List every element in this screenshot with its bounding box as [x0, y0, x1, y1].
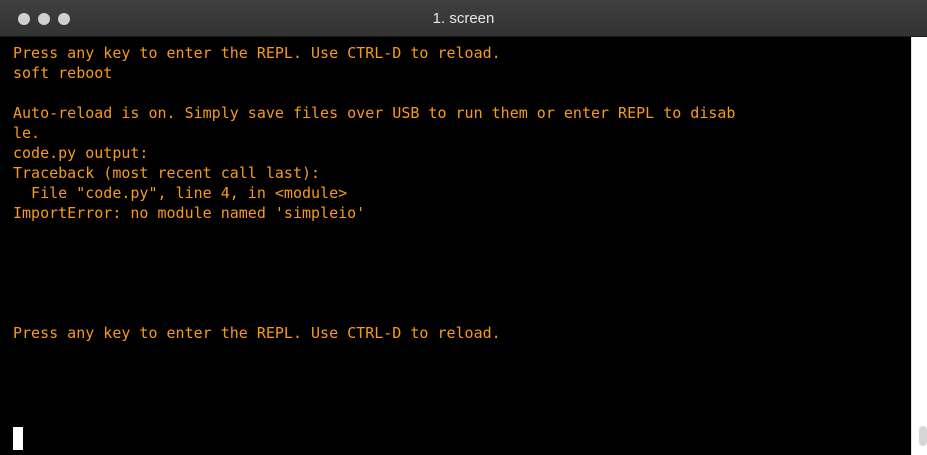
terminal-line: Auto-reload is on. Simply save files ove… [13, 104, 736, 122]
terminal-line: File "code.py", line 4, in <module> [13, 184, 348, 202]
window-title: 1. screen [432, 10, 495, 27]
title-bar[interactable]: 1. screen [0, 0, 927, 37]
terminal-lines: Press any key to enter the REPL. Use CTR… [13, 43, 907, 343]
scrollbar-thumb[interactable] [919, 426, 927, 446]
terminal-line: ImportError: no module named 'simpleio' [13, 204, 366, 222]
terminal-line: soft reboot [13, 64, 113, 82]
terminal-line: le. [13, 124, 41, 142]
terminal-line: Press any key to enter the REPL. Use CTR… [13, 44, 501, 62]
terminal-window: 1. screen Press any key to enter the REP… [0, 0, 927, 455]
terminal-line: Press any key to enter the REPL. Use CTR… [13, 324, 501, 342]
terminal-line: code.py output: [13, 144, 149, 162]
terminal-line: Traceback (most recent call last): [13, 164, 321, 182]
scrollbar-track[interactable] [911, 37, 927, 455]
text-cursor [13, 427, 23, 450]
